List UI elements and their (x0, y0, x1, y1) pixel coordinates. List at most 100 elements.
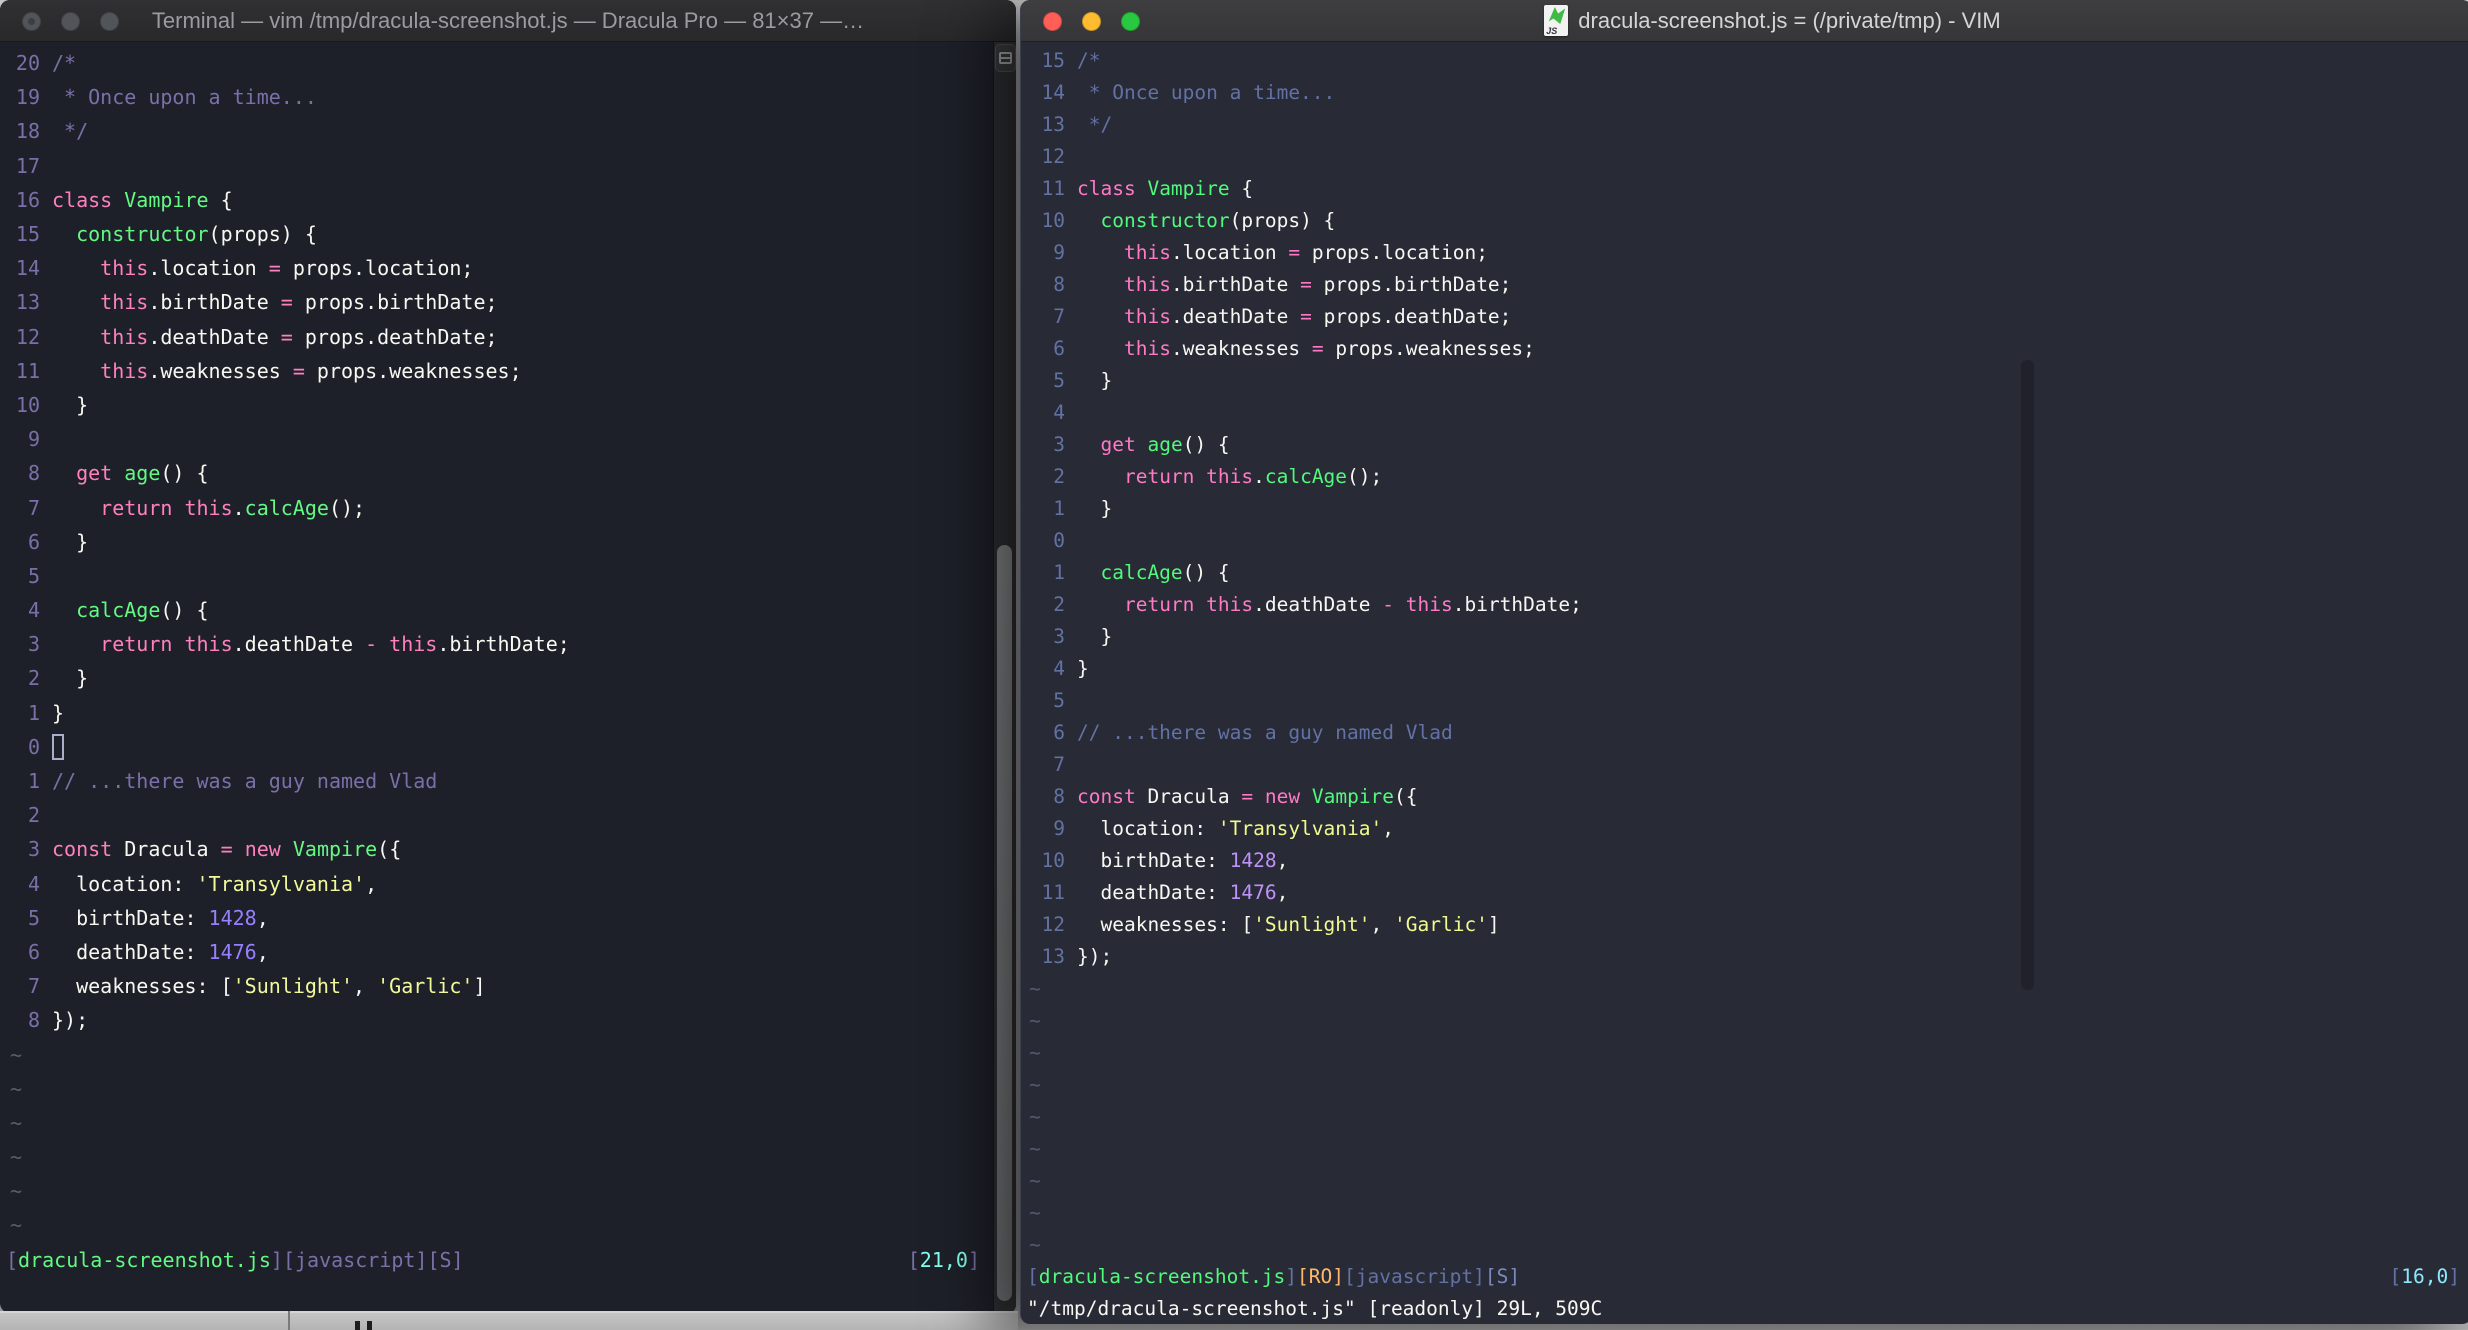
close-button[interactable] (1043, 11, 1062, 31)
token: * Once upon a time... (1077, 80, 1336, 104)
buffer-line: 2 return this.deathDate - this.birthDate… (1021, 588, 2468, 620)
token: , (353, 974, 378, 999)
vim-buffer[interactable]: 15/* 14 * Once upon a time... 13 */12 11 cla… (1021, 42, 2468, 1324)
token: // ...there was a guy named Vlad (52, 769, 438, 794)
buffer-line: 3 get age() { (1021, 428, 2468, 460)
token: 1428 (1229, 848, 1277, 872)
token: (props) { (208, 222, 317, 247)
code-text: } (52, 701, 64, 725)
token: ][javascript][S] (270, 1247, 464, 1272)
token: this (100, 324, 149, 349)
buffer-line: 6 this.weaknesses = props.weaknesses; (1021, 332, 2468, 364)
tilde-line: ~ (1021, 1196, 2468, 1228)
token: () { (1182, 560, 1230, 584)
scrollbar-thumb[interactable] (997, 545, 1012, 1301)
buffer-line: 1 // ...there was a guy named Vlad (0, 764, 1016, 798)
buffer-line: 2 } (0, 661, 1016, 695)
scrollbar-thumb[interactable] (2021, 360, 2034, 990)
buffer-line: 5 } (1021, 364, 2468, 396)
code-text: } (1077, 369, 1112, 392)
zoom-button[interactable] (1121, 11, 1140, 31)
token: return this (100, 632, 233, 657)
document-icon: JS (1544, 5, 1569, 36)
token: new (244, 837, 281, 862)
line-number: 18 (15, 119, 40, 144)
buffer-line: 5 birthDate: 1428, (0, 901, 1016, 935)
token: props.location; (1300, 240, 1488, 264)
token: weaknesses: [ (1077, 912, 1254, 936)
line-number: 4 (1053, 656, 1065, 680)
buffer-line: 10 } (0, 388, 1016, 422)
line-number: 0 (27, 734, 40, 759)
token: ({ (1394, 784, 1418, 808)
token: const (1077, 784, 1136, 808)
scrollbar-track[interactable] (993, 42, 1016, 1313)
tilde-line: ~ (1021, 972, 2468, 1004)
buffer-line: 9 (0, 422, 1016, 456)
token: .weaknesses (148, 358, 293, 383)
zoom-button[interactable] (100, 11, 119, 31)
line-number: 11 (1041, 880, 1065, 904)
token: const (52, 837, 113, 862)
token: new (1264, 784, 1301, 808)
minimize-button[interactable] (61, 11, 80, 31)
background-text-fragment (355, 1321, 360, 1330)
token: = (220, 837, 233, 862)
token: this (389, 632, 438, 657)
code-text: this.birthDate = props.birthDate; (52, 290, 498, 315)
line-number: 5 (1053, 368, 1065, 392)
buffer-line: 10 constructor(props) { (1021, 204, 2468, 236)
tilde-line: ~ (0, 1208, 1016, 1242)
token: deathDate: (52, 939, 209, 964)
window-title: Terminal — vim /tmp/dracula-screenshot.j… (151, 7, 865, 33)
line-number: 9 (27, 427, 40, 452)
buffer-line: 19 * Once upon a time... (0, 80, 1016, 114)
command-text: "/tmp/dracula-screenshot.js" [readonly] … (1027, 1296, 1603, 1320)
line-number: 7 (1053, 752, 1065, 776)
split-pane-button[interactable] (995, 44, 1016, 72)
token: } (1077, 656, 1089, 680)
token: props.birthDate; (292, 290, 498, 315)
code-text: deathDate: 1476, (1077, 881, 1288, 904)
token: , (1276, 880, 1289, 904)
line-number: 13 (15, 290, 40, 315)
buffer-line: 7 weaknesses: ['Sunlight', 'Garlic'] (0, 969, 1016, 1003)
token: dracula-screenshot.js (18, 1247, 271, 1272)
line-number: 3 (27, 837, 40, 862)
vim-buffer[interactable]: 20/* 19 * Once upon a time... 18 */17 16 cla… (0, 42, 1016, 1313)
tilde: ~ (1029, 1040, 1041, 1064)
code-text: }); (52, 1008, 88, 1032)
code-text: calcAge() { (52, 598, 208, 622)
line-number: 12 (1041, 912, 1065, 936)
token: birthDate: (1077, 848, 1230, 872)
token: 'Garlic' (1394, 912, 1488, 936)
buffer-line: 13 */ (1021, 108, 2468, 140)
buffer-line: 8 const Dracula = new Vampire({ (1021, 780, 2468, 812)
line-number: 5 (27, 905, 40, 930)
background-text-fragment (367, 1321, 372, 1330)
minimize-button[interactable] (1082, 11, 1101, 31)
token: [ (1027, 1264, 1039, 1288)
token: .birthDate (148, 290, 281, 315)
line-number: 4 (27, 598, 40, 623)
token: 'Sunlight' (232, 974, 354, 999)
line-number: 7 (27, 974, 40, 999)
buffer-line: 4} (1021, 652, 2468, 684)
tilde-line: ~ (1021, 1228, 2468, 1260)
terminal-titlebar[interactable]: Terminal — vim /tmp/dracula-screenshot.j… (0, 0, 1016, 42)
macvim-titlebar[interactable]: JS dracula-screenshot.js = (/private/tmp… (1021, 0, 2468, 42)
buffer-line: 18 */ (0, 114, 1016, 148)
window-title-text: dracula-screenshot.js = (/private/tmp) -… (1578, 7, 2001, 33)
buffer-line: 1} (0, 696, 1016, 730)
code-text: return this.deathDate - this.birthDate; (52, 632, 570, 656)
token: .deathDate (232, 632, 366, 657)
token: return this (1123, 592, 1254, 616)
close-button[interactable] (22, 11, 41, 31)
code-text: weaknesses: ['Sunlight', 'Garlic'] (52, 974, 485, 999)
code-text: birthDate: 1428, (52, 906, 269, 930)
